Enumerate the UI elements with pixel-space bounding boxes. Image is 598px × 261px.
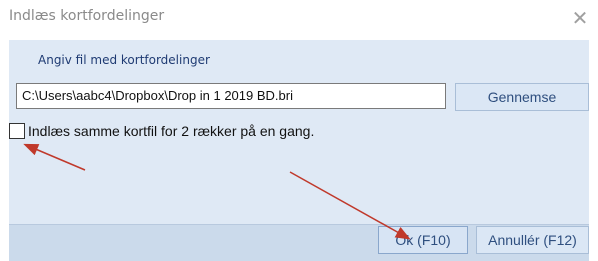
file-group-label: Angiv fil med kortfordelinger bbox=[38, 53, 210, 67]
same-cardfile-checkbox[interactable] bbox=[9, 123, 25, 139]
same-cardfile-checkbox-label[interactable]: Indlæs samme kortfil for 2 rækker på en … bbox=[28, 123, 314, 139]
close-icon[interactable]: ✕ bbox=[568, 6, 592, 30]
file-path-input[interactable]: C:\Users\aabc4\Dropbox\Drop in 1 2019 BD… bbox=[16, 83, 446, 109]
window-title: Indlæs kortfordelinger bbox=[9, 8, 165, 24]
ok-button[interactable]: Ok (F10) bbox=[378, 226, 468, 254]
title-bar: Indlæs kortfordelinger ✕ bbox=[0, 0, 598, 38]
browse-button[interactable]: Gennemse bbox=[455, 83, 589, 111]
cancel-button[interactable]: Annullér (F12) bbox=[476, 226, 589, 254]
